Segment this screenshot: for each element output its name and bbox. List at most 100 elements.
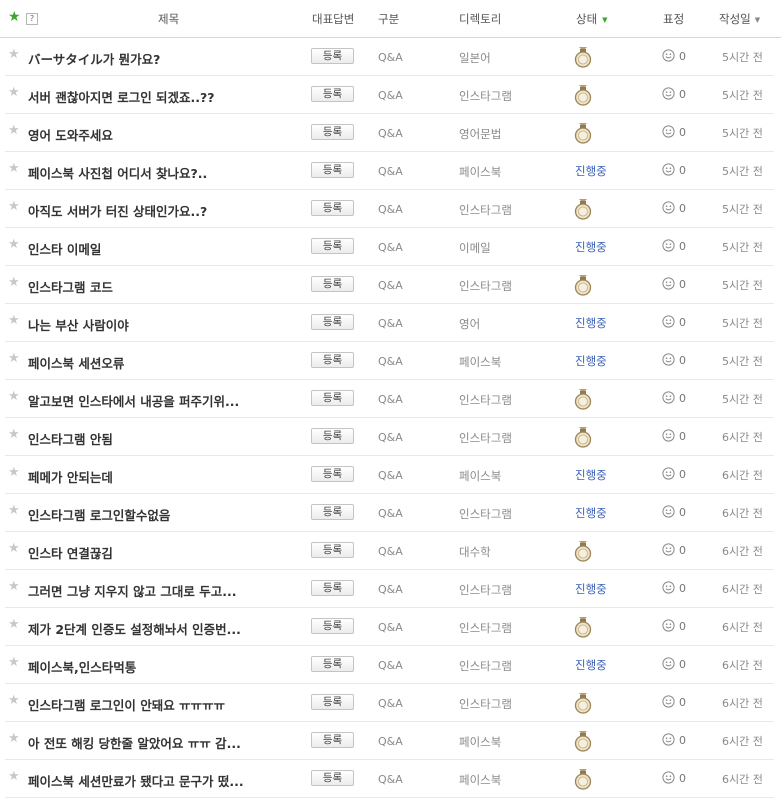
table-row[interactable]: ★ 인스타 이메일 등록 Q&A 이메일 진행중 0 5시간 전 (5, 228, 774, 266)
directory-link[interactable]: 페이스북 (459, 164, 501, 180)
favorite-star-icon[interactable]: ★ (8, 580, 20, 594)
directory-link[interactable]: 인스타그램 (459, 88, 512, 104)
question-title-link[interactable]: 알고보면 인스타에서 내공을 퍼주기위... (28, 391, 239, 410)
directory-link[interactable]: 인스타그램 (459, 202, 512, 218)
register-answer-button[interactable]: 등록 (311, 694, 354, 710)
register-answer-button[interactable]: 등록 (311, 428, 354, 444)
favorite-star-icon[interactable]: ★ (8, 48, 20, 62)
table-row[interactable]: ★ 페이스북 사진첩 어디서 찾나요?.. 등록 Q&A 페이스북 진행중 0 5시간 전 (5, 152, 774, 190)
register-answer-button[interactable]: 등록 (311, 390, 354, 406)
favorite-star-icon[interactable]: ★ (8, 770, 20, 784)
register-answer-button[interactable]: 등록 (311, 732, 354, 748)
question-title-link[interactable]: バーサタイル가 뭔가요? (28, 49, 160, 68)
register-answer-button[interactable]: 등록 (311, 86, 354, 102)
favorite-star-icon[interactable]: ★ (8, 86, 20, 100)
question-title-link[interactable]: 영어 도와주세요 (28, 125, 113, 144)
table-row[interactable]: ★ 인스타그램 로그인할수없음 등록 Q&A 인스타그램 진행중 0 6시간 전 (5, 494, 774, 532)
table-row[interactable]: ★ 서버 괜찮아지면 로그인 되겠죠..?? 등록 Q&A 인스타그램 0 5시간 전 (5, 76, 774, 114)
question-title-link[interactable]: 페이스북 세션오류 (28, 353, 124, 372)
question-title-link[interactable]: 아직도 서버가 터진 상태인가요..? (28, 201, 207, 220)
question-title-link[interactable]: 페이스북 세션만료가 됐다고 문구가 떴... (28, 771, 244, 790)
column-date-sort[interactable]: 작성일 ▼ (719, 11, 760, 27)
question-title-link[interactable]: 아 전또 해킹 당한줄 알았어요 ㅠㅠ 감... (28, 733, 241, 752)
question-title-link[interactable]: 인스타그램 로그인할수없음 (28, 505, 170, 524)
favorite-star-icon[interactable]: ★ (8, 200, 20, 214)
question-title-link[interactable]: 인스타 이메일 (28, 239, 101, 258)
question-title-link[interactable]: 인스타그램 안됨 (28, 429, 113, 448)
favorite-star-icon[interactable]: ★ (8, 504, 20, 518)
column-status-sort[interactable]: 상태 ▼ (576, 11, 608, 27)
register-answer-button[interactable]: 등록 (311, 504, 354, 520)
table-row[interactable]: ★ 제가 2단계 인증도 설정해놔서 인증번... 등록 Q&A 인스타그램 0 6시간 전 (5, 608, 774, 646)
directory-link[interactable]: 페이스북 (459, 772, 501, 788)
register-answer-button[interactable]: 등록 (311, 352, 354, 368)
table-row[interactable]: ★ 아 전또 해킹 당한줄 알았어요 ㅠㅠ 감... 등록 Q&A 페이스북 0 6시간 전 (5, 722, 774, 760)
directory-link[interactable]: 인스타그램 (459, 278, 512, 294)
question-title-link[interactable]: 인스타그램 로그인이 안돼요 ㅠㅠㅠㅠ (28, 695, 225, 714)
table-row[interactable]: ★ 인스타그램 로그인이 안돼요 ㅠㅠㅠㅠ 등록 Q&A 인스타그램 0 6시간 전 (5, 684, 774, 722)
register-answer-button[interactable]: 등록 (311, 618, 354, 634)
register-answer-button[interactable]: 등록 (311, 162, 354, 178)
favorite-star-icon[interactable]: ★ (8, 428, 20, 442)
directory-link[interactable]: 페이스북 (459, 468, 501, 484)
table-row[interactable]: ★ 페이스북 세션오류 등록 Q&A 페이스북 진행중 0 5시간 전 (5, 342, 774, 380)
directory-link[interactable]: 인스타그램 (459, 658, 512, 674)
favorite-star-icon[interactable]: ★ (8, 124, 20, 138)
table-row[interactable]: ★ 인스타그램 코드 등록 Q&A 인스타그램 0 5시간 전 (5, 266, 774, 304)
directory-link[interactable]: 인스타그램 (459, 620, 512, 636)
register-answer-button[interactable]: 등록 (311, 276, 354, 292)
question-title-link[interactable]: 제가 2단계 인증도 설정해놔서 인증번... (28, 619, 241, 638)
register-answer-button[interactable]: 등록 (311, 580, 354, 596)
favorite-star-icon[interactable]: ★ (8, 618, 20, 632)
favorite-star-icon[interactable]: ★ (8, 656, 20, 670)
directory-link[interactable]: 영어문법 (459, 126, 501, 142)
directory-link[interactable]: 페이스북 (459, 354, 501, 370)
directory-link[interactable]: 인스타그램 (459, 582, 512, 598)
table-row[interactable]: ★ 페이스북 세션만료가 됐다고 문구가 떴... 등록 Q&A 페이스북 0 6시간 전 (5, 760, 774, 798)
favorite-star-icon[interactable]: ★ (8, 732, 20, 746)
favorite-star-icon[interactable]: ★ (8, 314, 20, 328)
favorite-star-icon[interactable]: ★ (8, 390, 20, 404)
directory-link[interactable]: 이메일 (459, 240, 491, 256)
directory-link[interactable]: 일본어 (459, 50, 491, 66)
favorite-star-icon[interactable]: ★ (8, 466, 20, 480)
register-answer-button[interactable]: 등록 (311, 238, 354, 254)
register-answer-button[interactable]: 등록 (311, 314, 354, 330)
directory-link[interactable]: 인스타그램 (459, 430, 512, 446)
question-title-link[interactable]: 페이스북 사진첩 어디서 찾나요?.. (28, 163, 207, 182)
register-answer-button[interactable]: 등록 (311, 48, 354, 64)
table-row[interactable]: ★ 알고보면 인스타에서 내공을 퍼주기위... 등록 Q&A 인스타그램 0 5시간 전 (5, 380, 774, 418)
register-answer-button[interactable]: 등록 (311, 466, 354, 482)
table-row[interactable]: ★ 인스타 연결끊김 등록 Q&A 대수학 0 6시간 전 (5, 532, 774, 570)
help-icon[interactable]: ? (26, 13, 38, 25)
directory-link[interactable]: 인스타그램 (459, 506, 512, 522)
table-row[interactable]: ★ 영어 도와주세요 등록 Q&A 영어문법 0 5시간 전 (5, 114, 774, 152)
favorite-star-icon[interactable]: ★ (8, 162, 20, 176)
question-title-link[interactable]: 페이스북,인스타먹통 (28, 657, 136, 676)
question-title-link[interactable]: 그러면 그냥 지우지 않고 그대로 두고... (28, 581, 237, 600)
directory-link[interactable]: 페이스북 (459, 734, 501, 750)
directory-link[interactable]: 인스타그램 (459, 696, 512, 712)
table-row[interactable]: ★ 그러면 그냥 지우지 않고 그대로 두고... 등록 Q&A 인스타그램 진행중 0 6시… (5, 570, 774, 608)
favorite-star-icon[interactable]: ★ (8, 276, 20, 290)
question-title-link[interactable]: 인스타그램 코드 (28, 277, 113, 296)
directory-link[interactable]: 대수학 (459, 544, 491, 560)
register-answer-button[interactable]: 등록 (311, 542, 354, 558)
directory-link[interactable]: 영어 (459, 316, 480, 332)
table-row[interactable]: ★ 아직도 서버가 터진 상태인가요..? 등록 Q&A 인스타그램 0 5시간 전 (5, 190, 774, 228)
favorite-star-icon[interactable]: ★ (8, 542, 20, 556)
favorite-star-icon[interactable]: ★ (8, 352, 20, 366)
register-answer-button[interactable]: 등록 (311, 124, 354, 140)
directory-link[interactable]: 인스타그램 (459, 392, 512, 408)
favorite-star-icon[interactable]: ★ (8, 238, 20, 252)
star-icon[interactable]: ★ (8, 10, 21, 24)
table-row[interactable]: ★ 나는 부산 사람이야 등록 Q&A 영어 진행중 0 5시간 전 (5, 304, 774, 342)
table-row[interactable]: ★ 페메가 안되는데 등록 Q&A 페이스북 진행중 0 6시간 전 (5, 456, 774, 494)
table-row[interactable]: ★ バーサタイル가 뭔가요? 등록 Q&A 일본어 0 5시간 전 (5, 38, 774, 76)
question-title-link[interactable]: 페메가 안되는데 (28, 467, 113, 486)
register-answer-button[interactable]: 등록 (311, 656, 354, 672)
question-title-link[interactable]: 서버 괜찮아지면 로그인 되겠죠..?? (28, 87, 215, 106)
question-title-link[interactable]: 인스타 연결끊김 (28, 543, 113, 562)
question-title-link[interactable]: 나는 부산 사람이야 (28, 315, 129, 334)
favorite-star-icon[interactable]: ★ (8, 694, 20, 708)
